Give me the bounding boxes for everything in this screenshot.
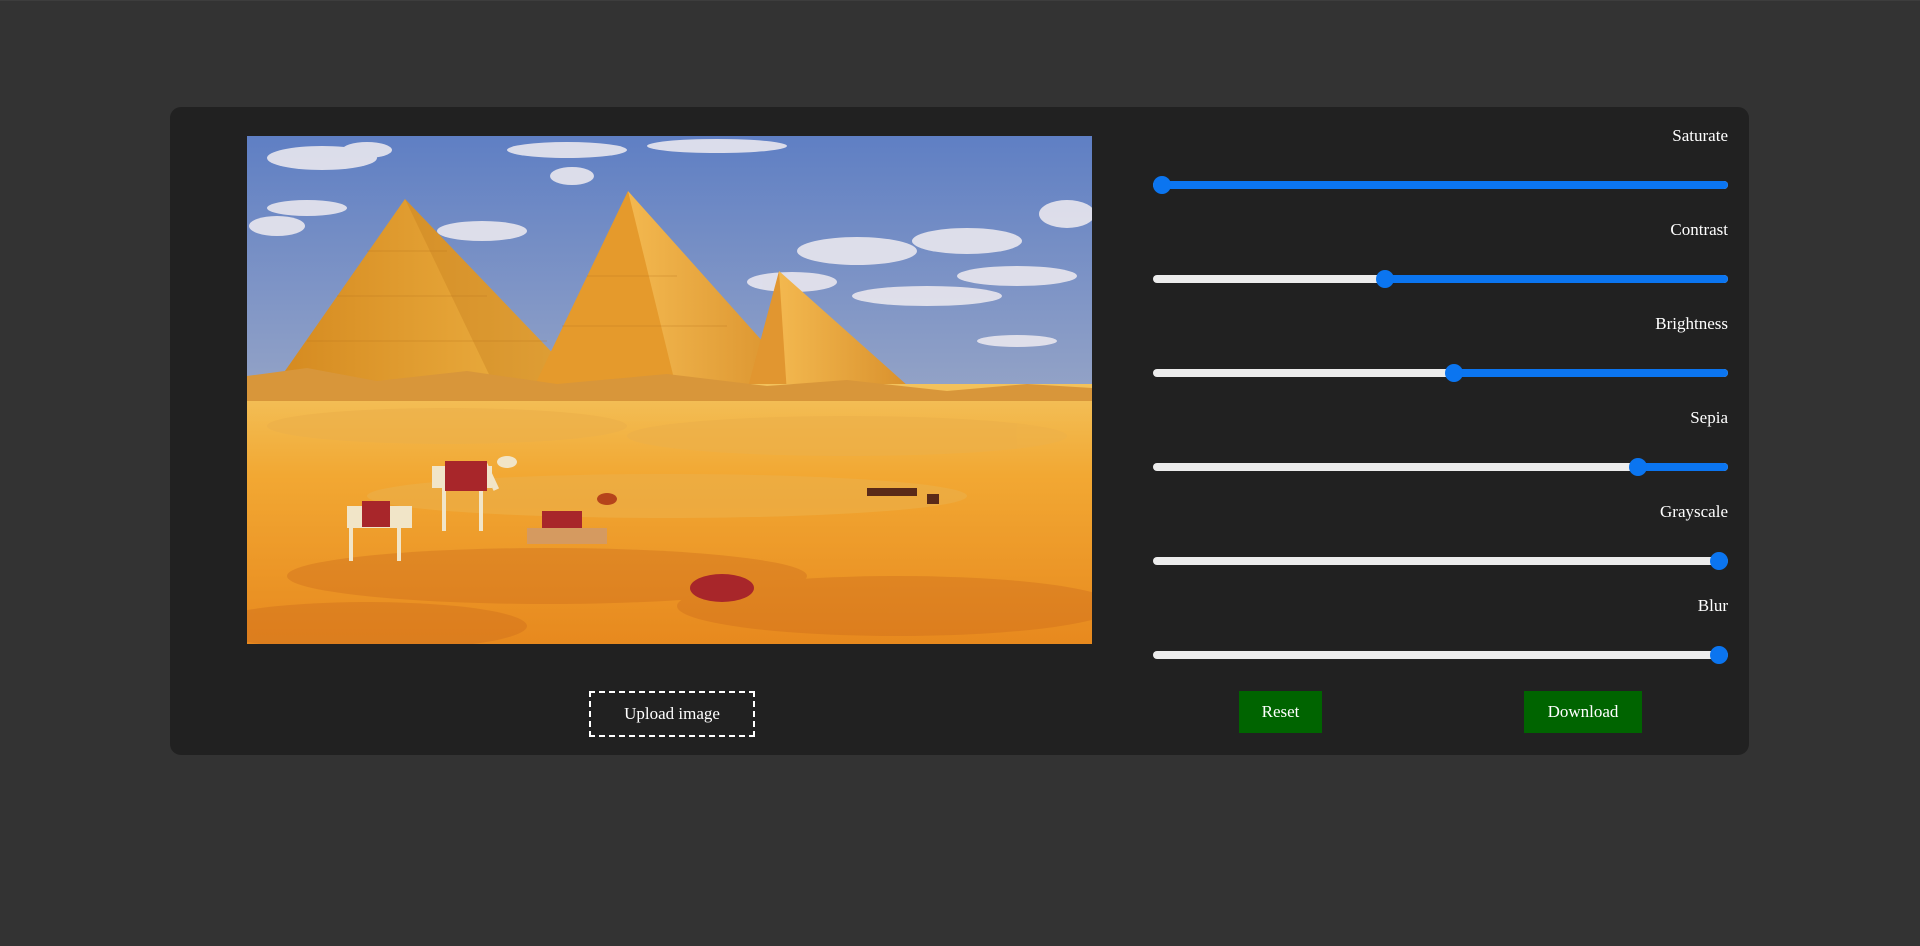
reset-label: Reset [1261,702,1300,721]
brightness-control: Brightness [1153,313,1728,407]
grayscale-label: Grayscale [1660,502,1728,521]
grayscale-control: Grayscale [1153,501,1728,595]
brightness-label: Brightness [1655,314,1728,333]
blur-slider[interactable] [1153,646,1728,664]
contrast-slider-thumb[interactable] [1375,270,1394,288]
blur-control: Blur [1153,595,1728,689]
saturate-slider-fill [1162,181,1728,189]
contrast-slider[interactable] [1153,270,1728,288]
upload-image-button[interactable]: Upload image [589,691,755,737]
saturate-slider-thumb[interactable] [1153,176,1171,194]
sepia-label: Sepia [1690,408,1728,427]
contrast-slider-fill [1384,275,1728,283]
sepia-slider-fill [1638,463,1728,471]
saturate-label: Saturate [1672,126,1728,145]
download-label: Download [1547,702,1619,721]
contrast-control: Contrast [1153,219,1728,313]
reset-button[interactable]: Reset [1239,691,1322,733]
top-edge-line [0,0,1920,1]
brightness-slider[interactable] [1153,364,1728,382]
contrast-label: Contrast [1670,220,1728,239]
sepia-slider[interactable] [1153,458,1728,476]
download-button[interactable]: Download [1524,691,1642,733]
blur-slider-track [1153,651,1728,659]
blur-label: Blur [1697,596,1728,615]
saturate-slider[interactable] [1153,176,1728,194]
filter-controls: Saturate Contrast Brightness Sepia Grays… [1153,125,1728,689]
grayscale-slider-track [1153,557,1728,565]
brightness-slider-fill [1454,369,1728,377]
sepia-slider-thumb[interactable] [1629,458,1648,476]
grayscale-slider[interactable] [1153,552,1728,570]
sepia-control: Sepia [1153,407,1728,501]
brightness-slider-thumb[interactable] [1445,364,1464,382]
blur-slider-thumb[interactable] [1710,646,1728,664]
saturate-control: Saturate [1153,125,1728,219]
image-preview [247,136,1092,644]
editor-panel: Upload image Saturate Contrast Brightnes… [170,107,1749,755]
upload-image-label: Upload image [624,704,720,723]
grayscale-slider-thumb[interactable] [1710,552,1728,570]
